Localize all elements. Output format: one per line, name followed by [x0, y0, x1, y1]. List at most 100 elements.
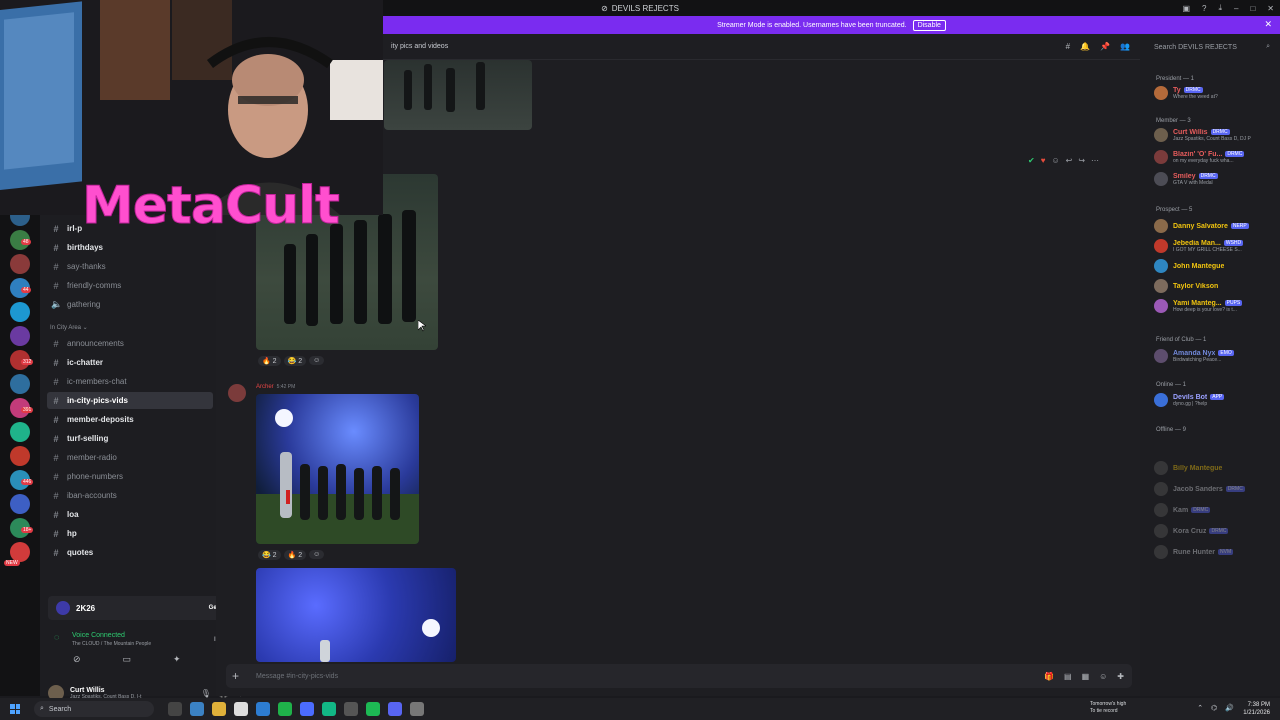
inbox-icon[interactable]: ▣ — [1182, 4, 1190, 13]
chevron-up-icon[interactable]: ⌃ — [1197, 704, 1203, 712]
server-icon[interactable] — [10, 254, 30, 274]
threads-icon[interactable]: # — [1066, 42, 1070, 51]
maximize-button[interactable]: □ — [1250, 4, 1255, 13]
sticker-icon[interactable]: ▦ — [1082, 672, 1090, 681]
emoji-icon[interactable]: ☺ — [1099, 672, 1107, 681]
server-icon[interactable] — [10, 494, 30, 514]
server-icon[interactable] — [10, 446, 30, 466]
server-icon[interactable] — [10, 326, 30, 346]
forward-icon[interactable]: ↪ — [1078, 156, 1085, 165]
reaction-fire[interactable]: 🔥 2 — [283, 549, 307, 560]
add-reaction-icon[interactable]: ☺ — [1051, 156, 1059, 165]
file-explorer-icon[interactable] — [212, 702, 226, 716]
member-row[interactable]: Amanda Nyx EMO Birdwatching Peace... — [1154, 347, 1278, 365]
voice-channel-name[interactable]: The CLOUD / The Mountain People — [72, 641, 151, 647]
network-icon[interactable]: ⌬ — [1211, 704, 1217, 712]
app-icon[interactable] — [322, 702, 336, 716]
add-reaction-icon[interactable]: ☺ — [309, 550, 325, 559]
member-row[interactable]: Curt Willis DRMC Jazz Spastiks, Count Bass… — [1154, 126, 1278, 144]
store-icon[interactable] — [234, 702, 248, 716]
apps-icon[interactable]: ✚ — [1117, 672, 1124, 681]
member-row[interactable]: John Mantegue — [1154, 257, 1278, 275]
channel-loa[interactable]: # loa — [47, 506, 213, 523]
gif-icon[interactable]: ▤ — [1064, 672, 1072, 681]
server-icon[interactable] — [10, 302, 30, 322]
channel-ic-chatter[interactable]: # ic-chatter — [47, 354, 213, 371]
member-row[interactable]: Rune Hunter NVM — [1154, 543, 1278, 561]
member-row[interactable]: Danny Salvatore NERP — [1154, 217, 1278, 235]
channel-friendly-comms[interactable]: # friendly-comms — [47, 277, 213, 294]
spotify-icon[interactable] — [366, 702, 380, 716]
microphone-icon[interactable]: 🎙 — [201, 689, 211, 698]
disable-button[interactable]: Disable — [912, 19, 946, 31]
channel-announcements[interactable]: # announcements — [47, 335, 213, 352]
member-row[interactable]: Ty DRMC Where the weed at? — [1154, 84, 1278, 102]
weather-widget[interactable]: Tomorrow's high To tie record — [1090, 701, 1126, 715]
channel-turf-selling[interactable]: # turf-selling — [47, 430, 213, 447]
edge-icon[interactable] — [190, 702, 204, 716]
channel-say-thanks[interactable]: # say-thanks — [47, 258, 213, 275]
channel-member-deposits[interactable]: # member-deposits — [47, 411, 213, 428]
reaction-laugh[interactable]: 😂 2 — [283, 355, 307, 366]
add-reaction-icon[interactable]: ☺ — [309, 356, 325, 365]
taskbar-search[interactable]: ⌕ Search — [34, 701, 154, 717]
mail-icon[interactable] — [256, 702, 270, 716]
server-icon[interactable] — [10, 542, 30, 562]
task-view-icon[interactable] — [168, 702, 182, 716]
taskbar-clock[interactable]: 7:38 PM 1/21/2026 — [1243, 701, 1270, 717]
channel-quotes[interactable]: # quotes — [47, 544, 213, 561]
member-row[interactable]: Billy Mantegue — [1154, 459, 1278, 477]
member-row[interactable]: Jacob Sanders DRMC — [1154, 480, 1278, 498]
pin-icon[interactable]: 📌 — [1100, 42, 1110, 51]
reply-icon[interactable]: ↩ — [1066, 156, 1073, 165]
member-row[interactable]: Yami Manteg... PUPS How deep is your love?… — [1154, 297, 1278, 315]
volume-icon[interactable]: 🔊 — [1225, 704, 1234, 712]
member-row[interactable]: Jebedia Man... WSHD I GOT MY GRILL CHEESE … — [1154, 237, 1278, 255]
screen-share-icon[interactable]: ▭ — [123, 654, 132, 665]
app-icon[interactable] — [300, 702, 314, 716]
bell-icon[interactable]: 🔔 — [1080, 42, 1090, 51]
help-icon[interactable]: ? — [1202, 4, 1206, 13]
voice-status[interactable]: Voice Connected — [72, 632, 125, 639]
channel-member-radio[interactable]: # member-radio — [47, 449, 213, 466]
heart-reaction-icon[interactable]: ♥ — [1041, 156, 1046, 165]
check-reaction-icon[interactable]: ✔ — [1028, 156, 1035, 165]
member-row[interactable]: Taylor Vikson — [1154, 277, 1278, 295]
member-row[interactable]: Devils Bot APP dyno.gg | ?help — [1154, 391, 1278, 409]
attach-plus-icon[interactable]: + — [232, 669, 239, 683]
banner-close-icon[interactable]: ✕ — [1264, 19, 1272, 30]
attachment-image[interactable] — [256, 394, 419, 544]
message-composer[interactable]: + Message #in-city-pics-vids 🎁 ▤ ▦ ☺ ✚ — [226, 664, 1132, 688]
member-row[interactable]: Smiley DRMC GTA V with Medal — [1154, 170, 1278, 188]
windows-start-icon[interactable] — [10, 704, 20, 714]
category-in-city-area[interactable]: In City Area ⌄ — [50, 324, 88, 331]
member-row[interactable]: Blazin' 'O' Fu... DRMC on my everyday fuck… — [1154, 148, 1278, 166]
attachment-image[interactable] — [384, 60, 532, 130]
settings-gear-icon[interactable] — [410, 702, 424, 716]
download-icon[interactable]: ⤓ — [1218, 3, 1222, 13]
channel-iban-accounts[interactable]: # iban-accounts — [47, 487, 213, 504]
member-row[interactable]: Kora Cruz DRMC — [1154, 522, 1278, 540]
close-button[interactable]: ✕ — [1267, 4, 1274, 13]
channel-phone-numbers[interactable]: # phone-numbers — [47, 468, 213, 485]
minimize-button[interactable]: – — [1234, 4, 1238, 13]
activities-icon[interactable]: ✦ — [173, 654, 181, 665]
member-list-icon[interactable]: 👥 — [1120, 42, 1130, 51]
app-icon[interactable] — [344, 702, 358, 716]
member-row[interactable]: Kam DRMC — [1154, 501, 1278, 519]
server-search-input[interactable]: Search DEVILS REJECTS ⌕ — [1150, 40, 1274, 54]
camera-off-icon[interactable]: ⊘ — [73, 654, 81, 665]
gift-icon[interactable]: 🎁 — [1044, 672, 1054, 681]
composer-placeholder[interactable]: Message #in-city-pics-vids — [256, 673, 338, 680]
attachment-image[interactable] — [256, 568, 456, 662]
message-author[interactable]: Archer — [256, 384, 274, 390]
channel-ic-members-chat[interactable]: # ic-members-chat — [47, 373, 213, 390]
discord-icon[interactable] — [388, 702, 402, 716]
app-icon[interactable] — [278, 702, 292, 716]
channel-in-city-pics-vids[interactable]: # in-city-pics-vids — [47, 392, 213, 409]
avatar[interactable] — [228, 384, 246, 402]
server-icon[interactable] — [10, 422, 30, 442]
reaction-laugh[interactable]: 😂 2 — [258, 549, 281, 560]
voice-channel-gathering[interactable]: 🔈 gathering — [47, 296, 213, 313]
reaction-fire[interactable]: 🔥 2 — [258, 355, 281, 366]
